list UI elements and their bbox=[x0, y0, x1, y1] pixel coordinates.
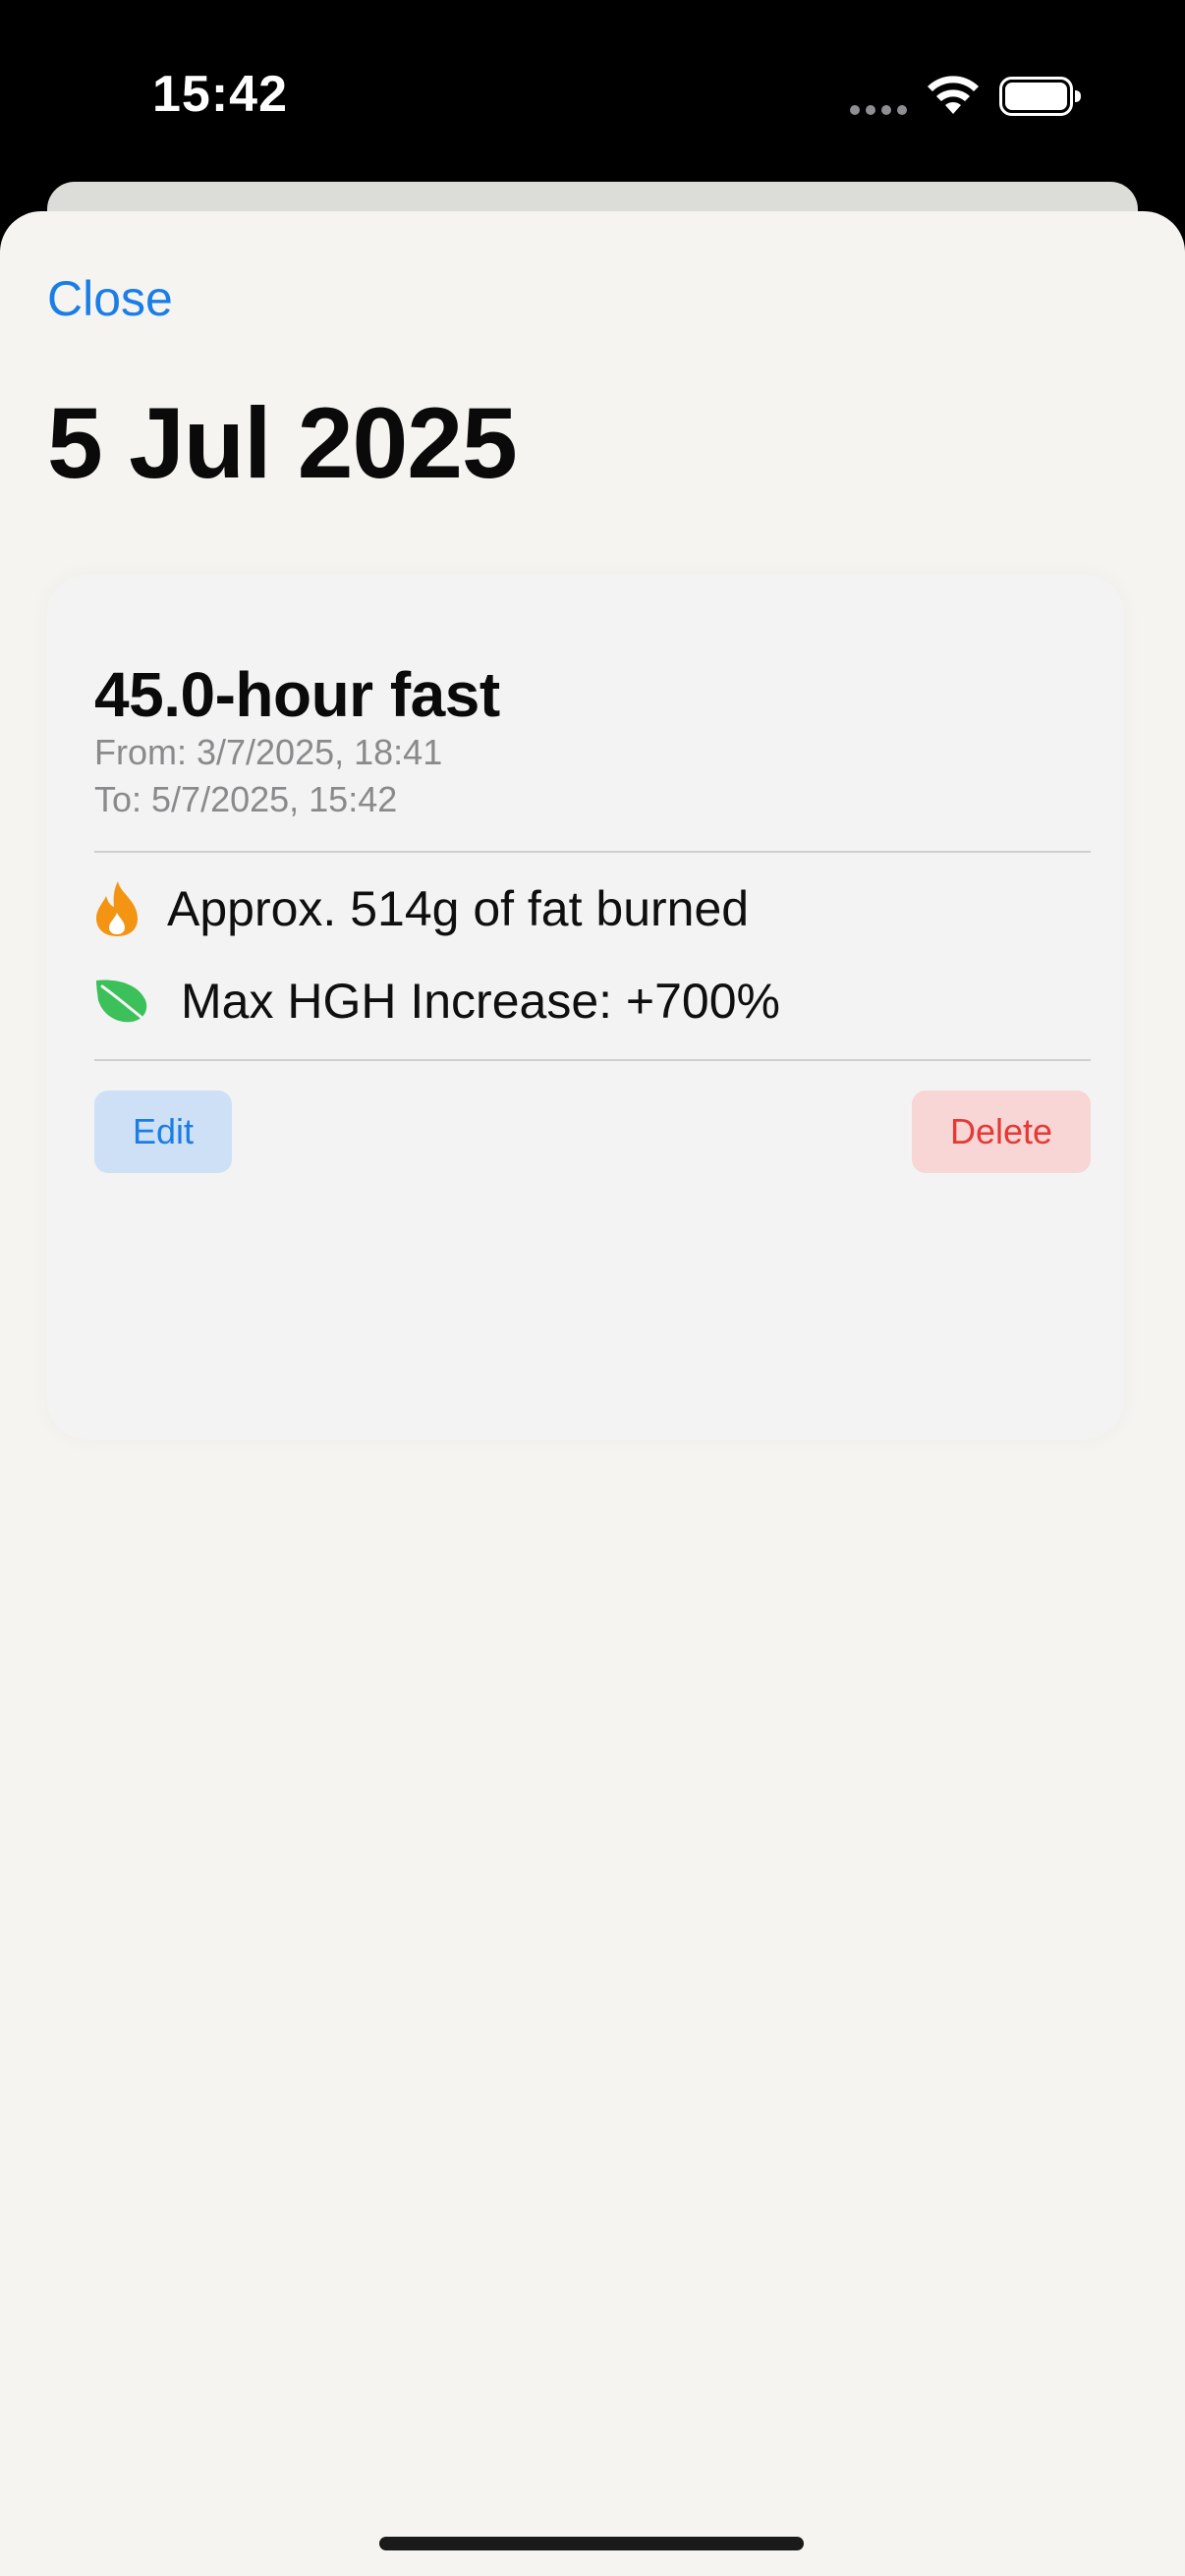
fast-title: 45.0-hour fast bbox=[94, 659, 500, 730]
home-indicator bbox=[379, 2537, 804, 2550]
leaf-icon bbox=[96, 980, 151, 1026]
status-bar: 15:42 bbox=[0, 0, 1185, 187]
battery-icon bbox=[999, 77, 1081, 116]
stat-hgh: Max HGH Increase: +700% bbox=[94, 973, 780, 1030]
divider bbox=[94, 851, 1091, 853]
signal-dots-icon bbox=[850, 105, 907, 115]
flame-icon bbox=[96, 881, 138, 936]
edit-button[interactable]: Edit bbox=[94, 1091, 232, 1173]
stat-fat-text: Approx. 514g of fat burned bbox=[167, 881, 750, 936]
fast-to-time: To: 5/7/2025, 15:42 bbox=[94, 779, 398, 819]
stat-hgh-text: Max HGH Increase: +700% bbox=[181, 974, 780, 1029]
page-title: 5 Jul 2025 bbox=[47, 387, 518, 499]
close-button[interactable]: Close bbox=[47, 270, 173, 327]
day-detail-sheet: Close 5 Jul 2025 45.0-hour fast bbox=[0, 211, 1185, 2576]
stat-fat-burned: Approx. 514g of fat burned bbox=[94, 879, 749, 938]
status-time: 15:42 bbox=[152, 66, 288, 123]
delete-button[interactable]: Delete bbox=[912, 1091, 1091, 1173]
divider bbox=[94, 1059, 1091, 1061]
fast-from-time: From: 3/7/2025, 18:41 bbox=[94, 732, 443, 772]
wifi-icon bbox=[928, 76, 979, 114]
